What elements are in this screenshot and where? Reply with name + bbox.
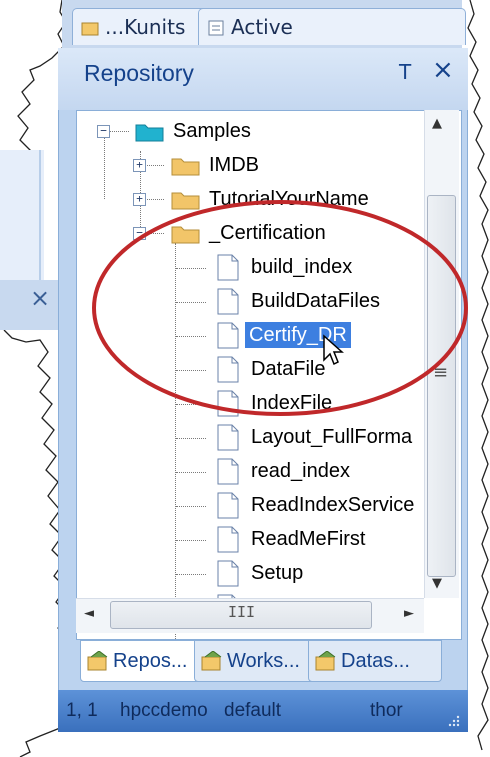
tree-connector: [176, 370, 206, 371]
tree-item-label: TutorialYourName: [209, 188, 369, 210]
tree-connector: [176, 302, 206, 303]
datasets-tab-icon: [315, 650, 336, 671]
file-icon: [217, 322, 239, 349]
status-config: default: [224, 700, 282, 721]
scroll-down-icon[interactable]: ▼: [432, 576, 442, 591]
status-server: hpccdemo: [120, 700, 208, 721]
folder-tab-icon: [81, 11, 99, 36]
tree-item-label: IndexFile: [251, 392, 333, 414]
file-icon: [217, 526, 239, 553]
page-tab-icon: [207, 11, 225, 36]
folder-icon: [171, 158, 200, 176]
tree-item-label: Samples: [173, 120, 251, 142]
repository-tree[interactable]: − Samples + IMDB + TutorialYourName − _C…: [76, 110, 462, 640]
tab-workspace[interactable]: Works...: [194, 640, 318, 682]
file-icon: [217, 492, 239, 519]
tab-kunits[interactable]: ...Kunits: [72, 8, 210, 45]
file-icon: [217, 254, 239, 281]
file-icon: [217, 390, 239, 417]
tree-item-label: Layout_FullForma: [251, 426, 413, 448]
vertical-grip-icon: ≡: [433, 362, 449, 383]
tree-connector: [176, 336, 206, 337]
file-icon: [217, 356, 239, 383]
tab-repository[interactable]: Repos...: [80, 640, 204, 682]
tab-repository-label: Repos...: [113, 650, 188, 672]
tree-item-label: ReadMeFirst: [251, 528, 366, 550]
status-cluster: thor: [370, 700, 403, 721]
tree-connector: [176, 472, 206, 473]
tree-item-label: _Certification: [209, 222, 326, 244]
tree-connector: [176, 540, 206, 541]
scroll-left-icon[interactable]: ◄: [84, 606, 94, 621]
close-icon[interactable]: ×: [432, 55, 454, 85]
file-icon: [217, 288, 239, 315]
tab-active[interactable]: Active: [198, 8, 466, 45]
tab-datasets[interactable]: Datas...: [308, 640, 442, 682]
file-icon: [217, 458, 239, 485]
tree-connector: [176, 506, 206, 507]
scroll-right-icon[interactable]: ►: [404, 606, 414, 621]
vertical-scroll-thumb[interactable]: [427, 195, 456, 577]
tree-item-label: DataFile: [251, 358, 326, 380]
mouse-cursor-icon: [323, 334, 344, 366]
folder-icon: [171, 226, 200, 244]
tree-connector: [104, 131, 105, 199]
tree-item-label: read_index: [251, 460, 350, 482]
tree-connector: [176, 574, 206, 575]
resize-grip-icon[interactable]: [448, 712, 460, 727]
tree-item-label: ReadIndexService: [251, 494, 415, 516]
collapse-icon[interactable]: −: [97, 125, 110, 138]
tab-datasets-label: Datas...: [341, 650, 410, 672]
tree-connector: [176, 438, 206, 439]
status-position: 1, 1: [66, 700, 98, 721]
expand-icon[interactable]: +: [133, 193, 146, 206]
tree-item-label: Setup: [251, 562, 304, 584]
file-icon: [217, 560, 239, 587]
scroll-up-icon[interactable]: ▲: [432, 116, 442, 131]
tree-connector: [176, 404, 206, 405]
tab-active-label: Active: [231, 15, 293, 39]
repository-tab-icon: [87, 650, 108, 671]
file-icon: [217, 424, 239, 451]
collapse-icon[interactable]: −: [133, 227, 146, 240]
pin-icon[interactable]: Т: [399, 60, 411, 84]
tree-connector: [176, 268, 206, 269]
folder-open-icon: [135, 124, 164, 142]
tab-workspace-label: Works...: [227, 650, 300, 672]
tab-kunits-label: ...Kunits: [105, 15, 186, 39]
tree-item-label: build_index: [251, 256, 353, 278]
side-panel-close-icon[interactable]: ×: [30, 284, 50, 312]
panel-title: Repository: [84, 60, 194, 86]
tree-item-label: IMDB: [209, 154, 259, 176]
folder-icon: [171, 192, 200, 210]
expand-icon[interactable]: +: [133, 159, 146, 172]
workspace-tab-icon: [201, 650, 222, 671]
horizontal-grip-icon: III: [228, 603, 256, 621]
tree-item-label: BuildDataFiles: [251, 290, 380, 312]
